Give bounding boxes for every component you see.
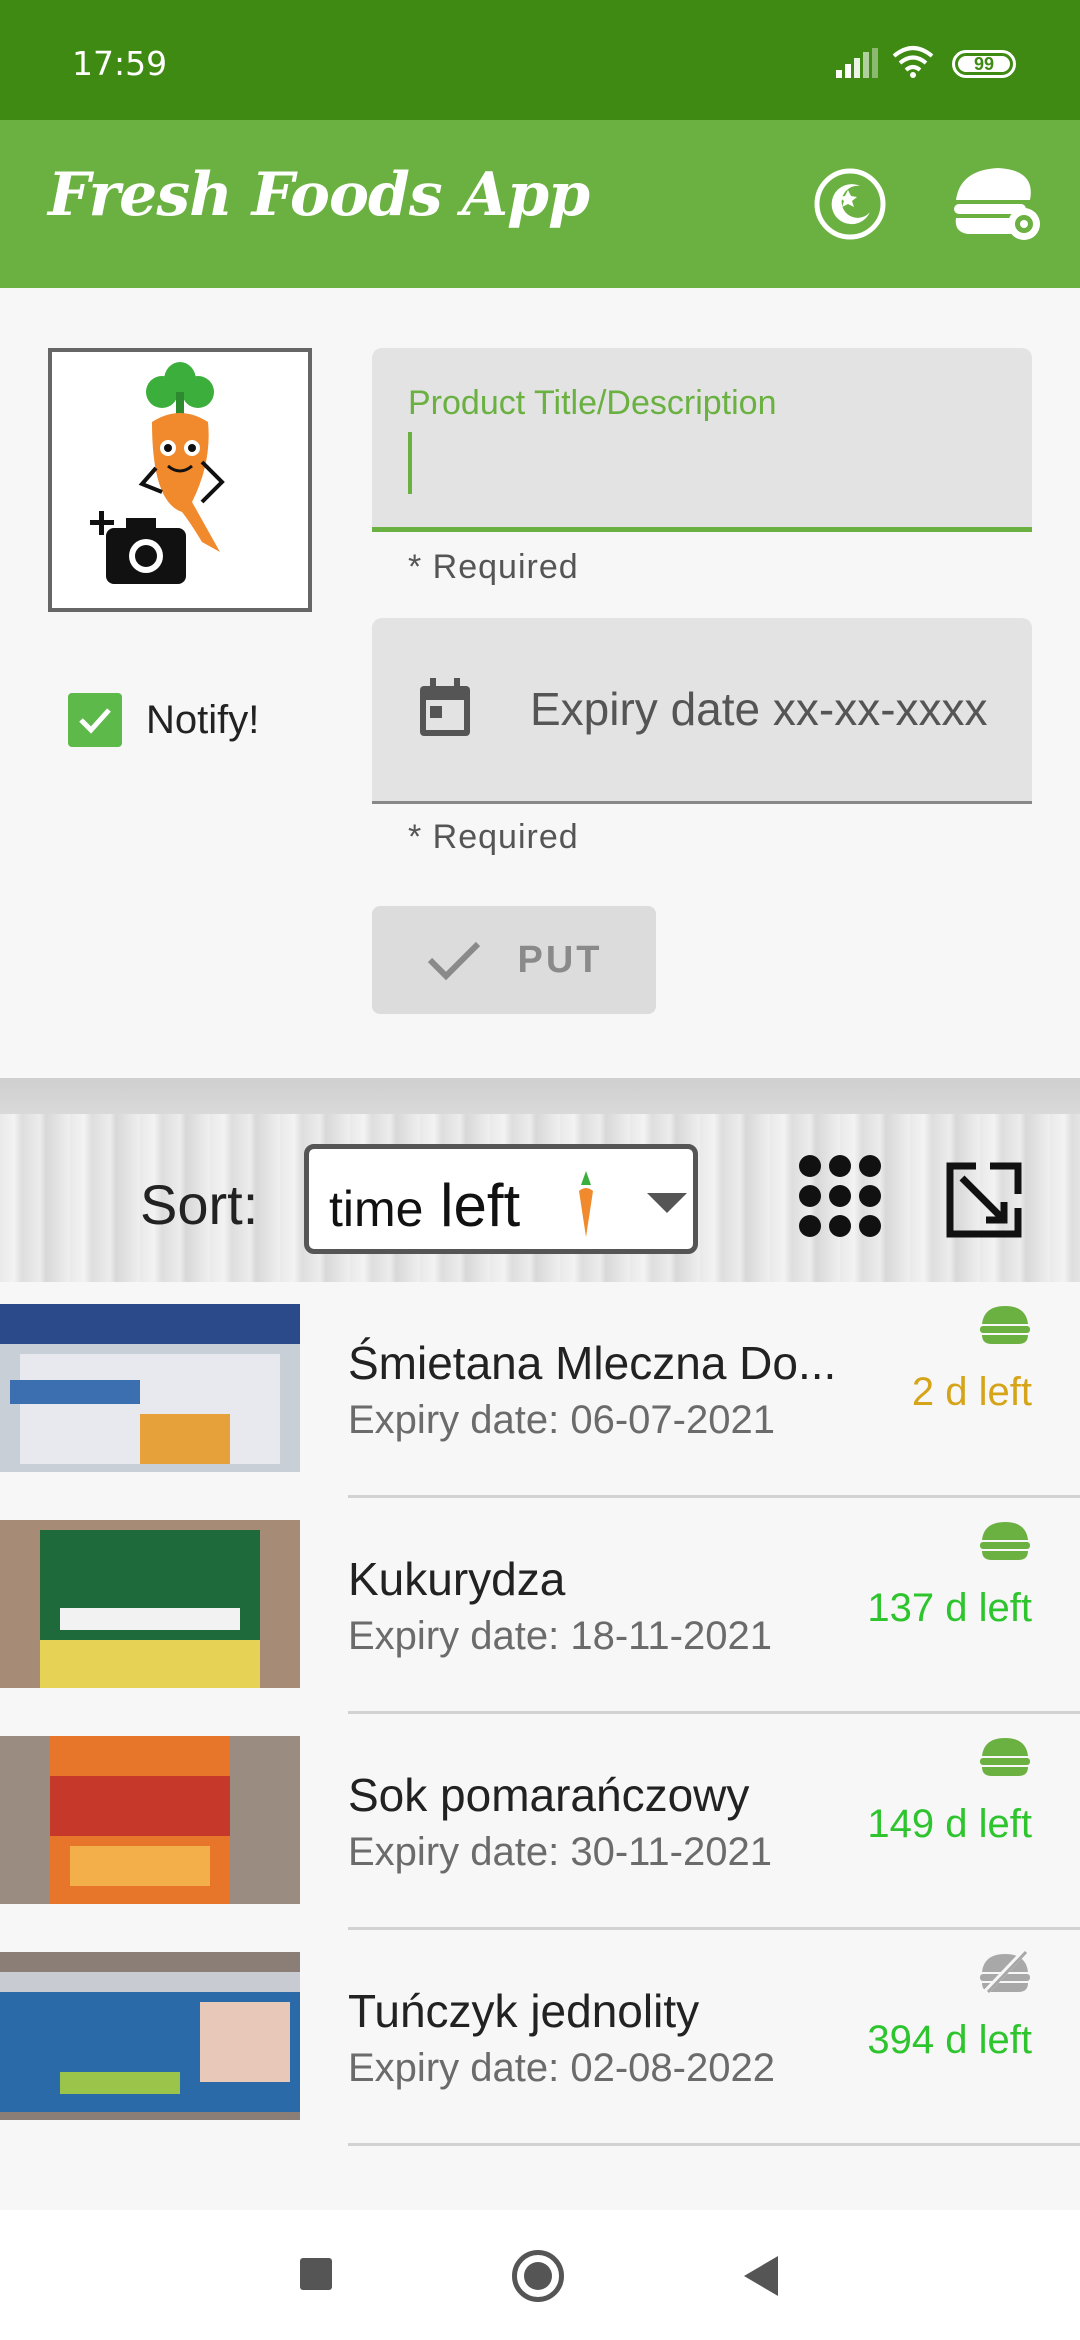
battery-level: 99 [958,55,1010,73]
sort-selected-value: time left [329,1171,520,1240]
back-icon[interactable] [744,2256,778,2296]
recents-icon[interactable] [300,2258,332,2290]
carrot-icon [579,1171,593,1237]
sort-value-word-1: time [329,1181,424,1237]
product-expiry: Expiry date: 02-08-2022 [348,2046,775,2090]
list-item[interactable]: Tuńczyk jednolity Expiry date: 02-08-202… [0,1930,1080,2146]
put-button[interactable]: PUT [372,906,656,1014]
carrot-mascot-icon [90,362,225,584]
product-photo-button[interactable] [48,348,312,612]
notify-off-icon [980,1950,1030,1994]
row-divider [348,2143,1080,2146]
notify-toggle[interactable]: Notify! [68,692,259,748]
product-expiry: Expiry date: 18-11-2021 [348,1614,772,1658]
put-button-label: PUT [517,938,603,981]
days-left: 2 d left [911,1370,1032,1414]
notify-label: Notify! [146,697,260,742]
product-title: Sok pomarańczowy [348,1769,750,1821]
expand-icon[interactable] [946,1162,1022,1238]
system-nav-bar [0,2210,1080,2340]
notify-on-icon [980,1306,1030,1344]
app-bar: Fresh Foods App [0,120,1080,288]
add-product-form: Notify! Product Title/Description * Requ… [0,288,1080,1078]
grid-view-icon[interactable] [796,1152,884,1240]
days-left: 149 d left [867,1802,1032,1846]
notify-on-icon [980,1738,1030,1776]
text-cursor [408,432,412,494]
product-expiry: Expiry date: 30-11-2021 [348,1830,772,1874]
notify-checkbox[interactable] [68,693,122,747]
product-title-label: Product Title/Description [408,384,777,422]
wifi-icon [892,46,934,78]
days-left: 137 d left [867,1586,1032,1630]
product-title: Śmietana Mleczna Do... [348,1337,837,1389]
list-item[interactable]: Kukurydza Expiry date: 18-11-2021 137 d … [0,1498,1080,1714]
check-icon [427,941,480,981]
status-bar: 17:59 99 [0,0,1080,120]
app-title: Fresh Foods App [48,160,590,230]
home-icon[interactable] [512,2250,564,2302]
product-list: Śmietana Mleczna Do... Expiry date: 06-0… [0,1282,1080,2146]
moon-star-icon[interactable] [812,166,888,242]
notify-on-icon [980,1522,1030,1560]
title-helper-text: * Required [408,548,579,586]
status-time: 17:59 [72,44,168,83]
food-settings-icon[interactable] [948,160,1048,250]
product-thumbnail [0,1304,300,1472]
calendar-icon [420,678,470,736]
expiry-date-placeholder: Expiry date xx-xx-xxxx [530,683,988,735]
product-thumbnail [0,1952,300,2120]
product-title: Kukurydza [348,1553,566,1605]
product-thumbnail [0,1736,300,1904]
expiry-date-field[interactable]: Expiry date xx-xx-xxxx [372,618,1032,804]
product-title-field[interactable]: Product Title/Description [372,348,1032,532]
check-icon [79,708,111,734]
signal-icon [836,48,878,78]
product-title: Tuńczyk jednolity [348,1985,700,2037]
date-helper-text: * Required [408,818,579,856]
list-item[interactable]: Śmietana Mleczna Do... Expiry date: 06-0… [0,1282,1080,1498]
sort-value-word-2: left [440,1172,521,1239]
section-divider [0,1078,1080,1114]
battery-icon: 99 [952,50,1016,78]
product-thumbnail [0,1520,300,1688]
sort-dropdown[interactable]: time left [304,1144,698,1254]
list-item[interactable]: Sok pomarańczowy Expiry date: 30-11-2021… [0,1714,1080,1930]
chevron-down-icon [647,1193,687,1213]
days-left: 394 d left [867,2018,1032,2062]
sort-bar: Sort: time left [0,1114,1080,1282]
product-expiry: Expiry date: 06-07-2021 [348,1398,775,1442]
sort-label: Sort: [140,1173,259,1236]
